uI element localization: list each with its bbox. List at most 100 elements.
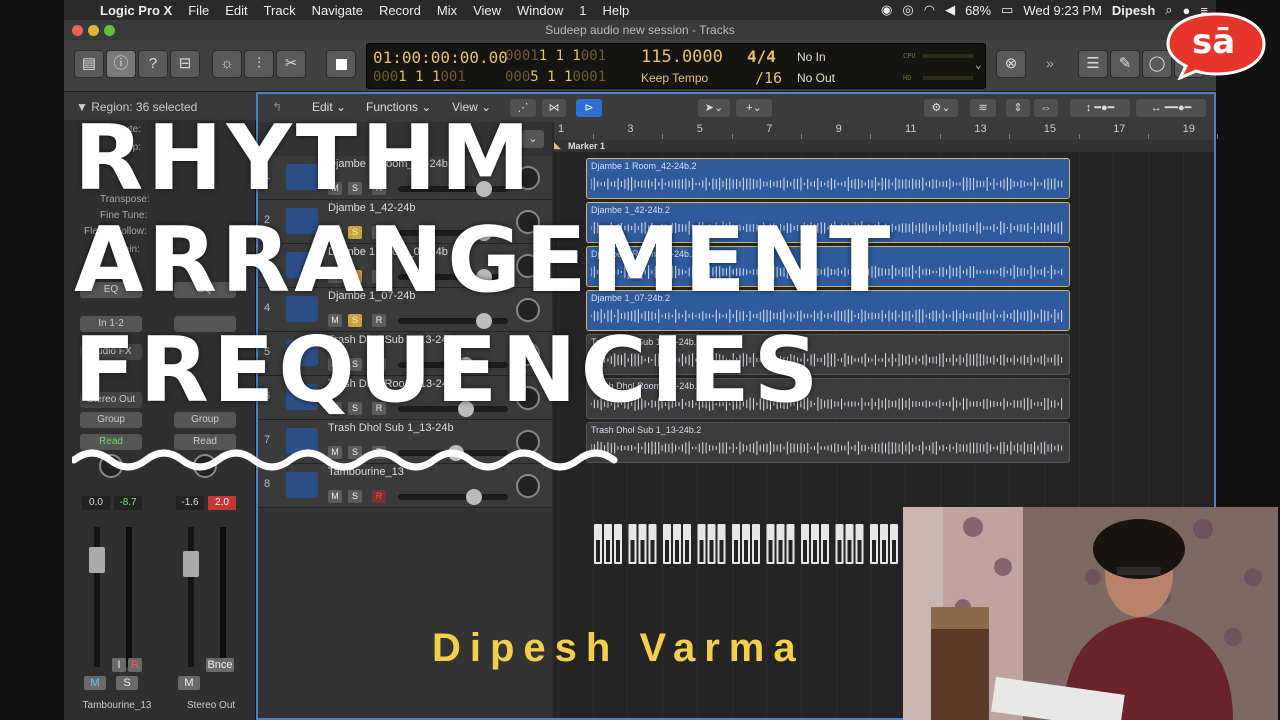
control-bar: ▤ ⓘ ? ⊟ ☼ ⫶ ✂ 01:00:00:00.00 0001 1 1001… xyxy=(64,40,1216,92)
track-record-button[interactable]: R xyxy=(372,490,386,503)
audio-waveform-icon[interactable] xyxy=(286,472,318,498)
track-volume-handle[interactable] xyxy=(466,489,482,505)
ruler-bar-number: 5 xyxy=(696,123,703,135)
editors-button[interactable]: ✂ xyxy=(276,50,306,78)
library-button[interactable]: ▤ xyxy=(74,50,104,78)
user-name[interactable]: Dipesh xyxy=(1112,3,1155,18)
snap-gear-icon[interactable]: ⚙⌄ xyxy=(924,99,958,117)
horizontal-fit-icon[interactable]: ⇔ xyxy=(1034,99,1058,117)
record-status-icon[interactable]: ◉ xyxy=(881,2,892,18)
menu-edit[interactable]: Edit xyxy=(217,3,255,18)
list-editors-button[interactable]: ☰ xyxy=(1078,50,1108,78)
x-circle-icon: ⊗ xyxy=(1004,55,1018,72)
tambourine-hit-shade xyxy=(847,540,852,562)
menu-navigate[interactable]: Navigate xyxy=(304,3,371,18)
marker-flag-icon[interactable]: ◣ xyxy=(554,140,561,151)
vertical-zoom-slider[interactable]: ↕ ━●━ xyxy=(1070,99,1130,117)
lcd-midi-in: No In xyxy=(797,50,826,64)
menu-record[interactable]: Record xyxy=(371,3,429,18)
menu-view[interactable]: View xyxy=(465,3,509,18)
fader-handle-left[interactable] xyxy=(89,547,105,573)
volume-icon[interactable]: ◀ xyxy=(945,2,955,18)
lcd-right-dim: 0001 xyxy=(572,69,607,85)
minimize-icon[interactable] xyxy=(88,25,99,36)
count-in-button[interactable]: ⊗ xyxy=(996,50,1026,78)
ruler-tick xyxy=(662,134,664,139)
ruler[interactable]: 1 3 5 7 9 11 13 15 17 19 ◣ Marker 1 xyxy=(554,122,1219,152)
lcd-signature[interactable]: 4/4 xyxy=(747,47,776,66)
menu-mix[interactable]: Mix xyxy=(429,3,465,18)
mute-button-left[interactable]: M xyxy=(84,676,106,690)
region-waveform xyxy=(591,177,1063,191)
lcd-chevron-down-icon[interactable]: ⌄ xyxy=(975,58,982,71)
tambourine-hit-shade xyxy=(699,540,704,562)
ruler-bar-number: 9 xyxy=(835,123,842,135)
audio-region[interactable]: Trash Dhol Sub 1_13-24b.2 xyxy=(586,422,1070,463)
menu-app[interactable]: Logic Pro X xyxy=(92,3,180,18)
track-volume-slider[interactable] xyxy=(398,489,508,505)
menu-window[interactable]: Window xyxy=(509,3,571,18)
track-solo-button[interactable]: S xyxy=(348,490,362,503)
badge-text: sā xyxy=(1192,22,1236,62)
flex-icon[interactable]: ⋈ xyxy=(542,99,566,117)
strip-name-left[interactable]: Tambourine_13 xyxy=(80,700,154,711)
vertical-fit-icon[interactable]: ⇕ xyxy=(1006,99,1030,117)
toolbar-button[interactable]: ⊟ xyxy=(170,50,200,78)
ruler-bar-number: 15 xyxy=(1043,123,1057,135)
strip-name-right[interactable]: Stereo Out xyxy=(174,700,248,711)
notepad-button[interactable]: ✎ xyxy=(1110,50,1140,78)
ruler-bar-number: 3 xyxy=(627,123,634,135)
track-pan-knob[interactable] xyxy=(516,474,540,498)
ruler-bar-number: 17 xyxy=(1113,123,1126,135)
bounce-button[interactable]: Bnce xyxy=(206,658,234,672)
airdrop-icon[interactable]: ◎ xyxy=(902,2,913,18)
decorative-wave-underline xyxy=(72,449,618,471)
record-enable-button-left[interactable]: R xyxy=(128,658,142,672)
input-monitor-button-left[interactable]: I xyxy=(112,658,126,672)
track-name[interactable]: Trash Dhol Sub 1_13-24b xyxy=(328,422,454,434)
volume-fader-right[interactable] xyxy=(183,527,199,667)
marker-1[interactable]: Marker 1 xyxy=(568,141,605,151)
pointer-tool-icon[interactable]: ➤⌄ xyxy=(698,99,730,117)
more-icon[interactable]: » xyxy=(1046,55,1054,71)
help-button[interactable]: ? xyxy=(138,50,168,78)
track-mute-button[interactable]: M xyxy=(328,490,342,503)
menu-track[interactable]: Track xyxy=(256,3,304,18)
lcd-division[interactable]: /16 xyxy=(755,69,782,87)
wifi-icon[interactable]: ◠ xyxy=(924,2,935,18)
menu-help[interactable]: Help xyxy=(595,3,638,18)
fader-handle-right[interactable] xyxy=(183,551,199,577)
solo-button-left[interactable]: S xyxy=(116,676,138,690)
waveform-zoom-icon[interactable]: ≋ xyxy=(970,99,996,117)
marker-lane[interactable] xyxy=(554,140,1214,152)
lcd-tempo-mode[interactable]: Keep Tempo xyxy=(641,71,708,85)
horizontal-zoom-slider[interactable]: ↔ ━━●━ xyxy=(1136,99,1206,117)
tambourine-hit-shade xyxy=(754,540,758,562)
close-icon[interactable] xyxy=(72,25,83,36)
volume-value-left[interactable]: 0.0 xyxy=(82,496,110,510)
volume-fader-left[interactable] xyxy=(89,527,105,667)
mixer-icon: ⫶ xyxy=(257,55,261,72)
battery-icon[interactable]: ▭ xyxy=(1001,2,1013,18)
menu-file[interactable]: File xyxy=(180,3,217,18)
volume-value-right[interactable]: -1.6 xyxy=(176,496,204,510)
stop-button[interactable] xyxy=(326,50,356,78)
mute-button-right[interactable]: M xyxy=(178,676,200,690)
mixer-button[interactable]: ⫶ xyxy=(244,50,274,78)
webcam-inset xyxy=(903,507,1278,720)
catch-icon[interactable]: ⊳ xyxy=(576,99,602,117)
lcd-bars-lead: 000 xyxy=(373,69,399,85)
crosshair-tool-icon[interactable]: +⌄ xyxy=(736,99,772,117)
menu-1[interactable]: 1 xyxy=(571,3,594,18)
zoom-icon[interactable] xyxy=(104,25,115,36)
smart-controls-button[interactable]: ☼ xyxy=(212,50,242,78)
overlay-title-line-3: FREQUENCIES xyxy=(74,318,823,423)
clock[interactable]: Wed 9:23 PM xyxy=(1023,3,1102,18)
lcd-display[interactable]: 01:00:00:00.00 0001 1 1001 00011 1 1001 … xyxy=(366,43,986,89)
audio-region[interactable]: Djambe 1 Room_42-24b.2 xyxy=(586,158,1070,199)
notepad-icon: ✎ xyxy=(1118,55,1132,72)
inspector-button[interactable]: ⓘ xyxy=(106,50,136,78)
lcd-tempo[interactable]: 115.0000 xyxy=(641,47,723,67)
tambourine-hit-shade xyxy=(734,540,738,562)
brand-badge: sā xyxy=(1166,10,1266,82)
